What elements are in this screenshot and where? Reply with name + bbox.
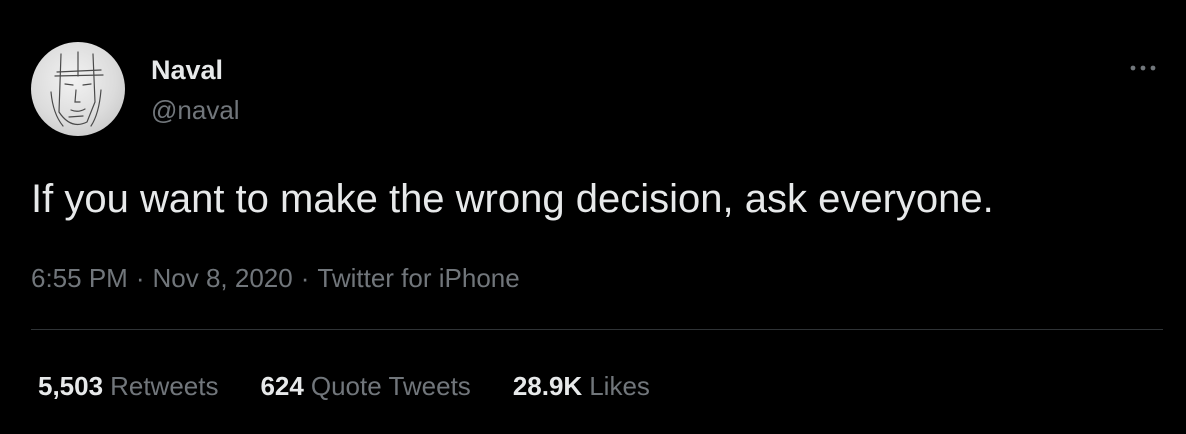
separator-dot: · [135, 263, 145, 293]
retweets-label: Retweets [110, 371, 219, 401]
quote-tweets-stat[interactable]: 624 Quote Tweets [260, 370, 470, 402]
likes-count: 28.9K [512, 371, 583, 401]
sketched-face-avatar-icon [50, 51, 104, 127]
author-display-name[interactable]: Naval [151, 54, 223, 86]
tweet-metadata: 6:55 PM · Nov 8, 2020 · Twitter for iPhone [31, 262, 520, 294]
likes-label: Likes [589, 371, 650, 401]
retweets-stat[interactable]: 5,503 Retweets [38, 370, 218, 402]
avatar[interactable] [31, 42, 125, 136]
tweet-text: If you want to make the wrong decision, … [31, 177, 994, 221]
separator-dot: · [300, 263, 310, 293]
tweet-date[interactable]: Nov 8, 2020 [153, 263, 293, 293]
tweet-source[interactable]: Twitter for iPhone [317, 263, 519, 293]
tweet-time[interactable]: 6:55 PM [31, 263, 128, 293]
quote-tweets-count: 624 [260, 371, 304, 401]
divider [31, 329, 1163, 330]
retweets-count: 5,503 [38, 371, 104, 401]
author-handle[interactable]: @naval [151, 94, 240, 126]
more-options-button[interactable] [1126, 56, 1160, 80]
quote-tweets-label: Quote Tweets [310, 371, 471, 401]
tweet-stats: 5,503 Retweets 624 Quote Tweets 28.9K Likes [38, 370, 692, 402]
likes-stat[interactable]: 28.9K Likes [513, 370, 650, 402]
tweet-card: Naval @naval If you want to make the wro… [0, 0, 1186, 434]
more-horizontal-icon [1130, 65, 1156, 71]
